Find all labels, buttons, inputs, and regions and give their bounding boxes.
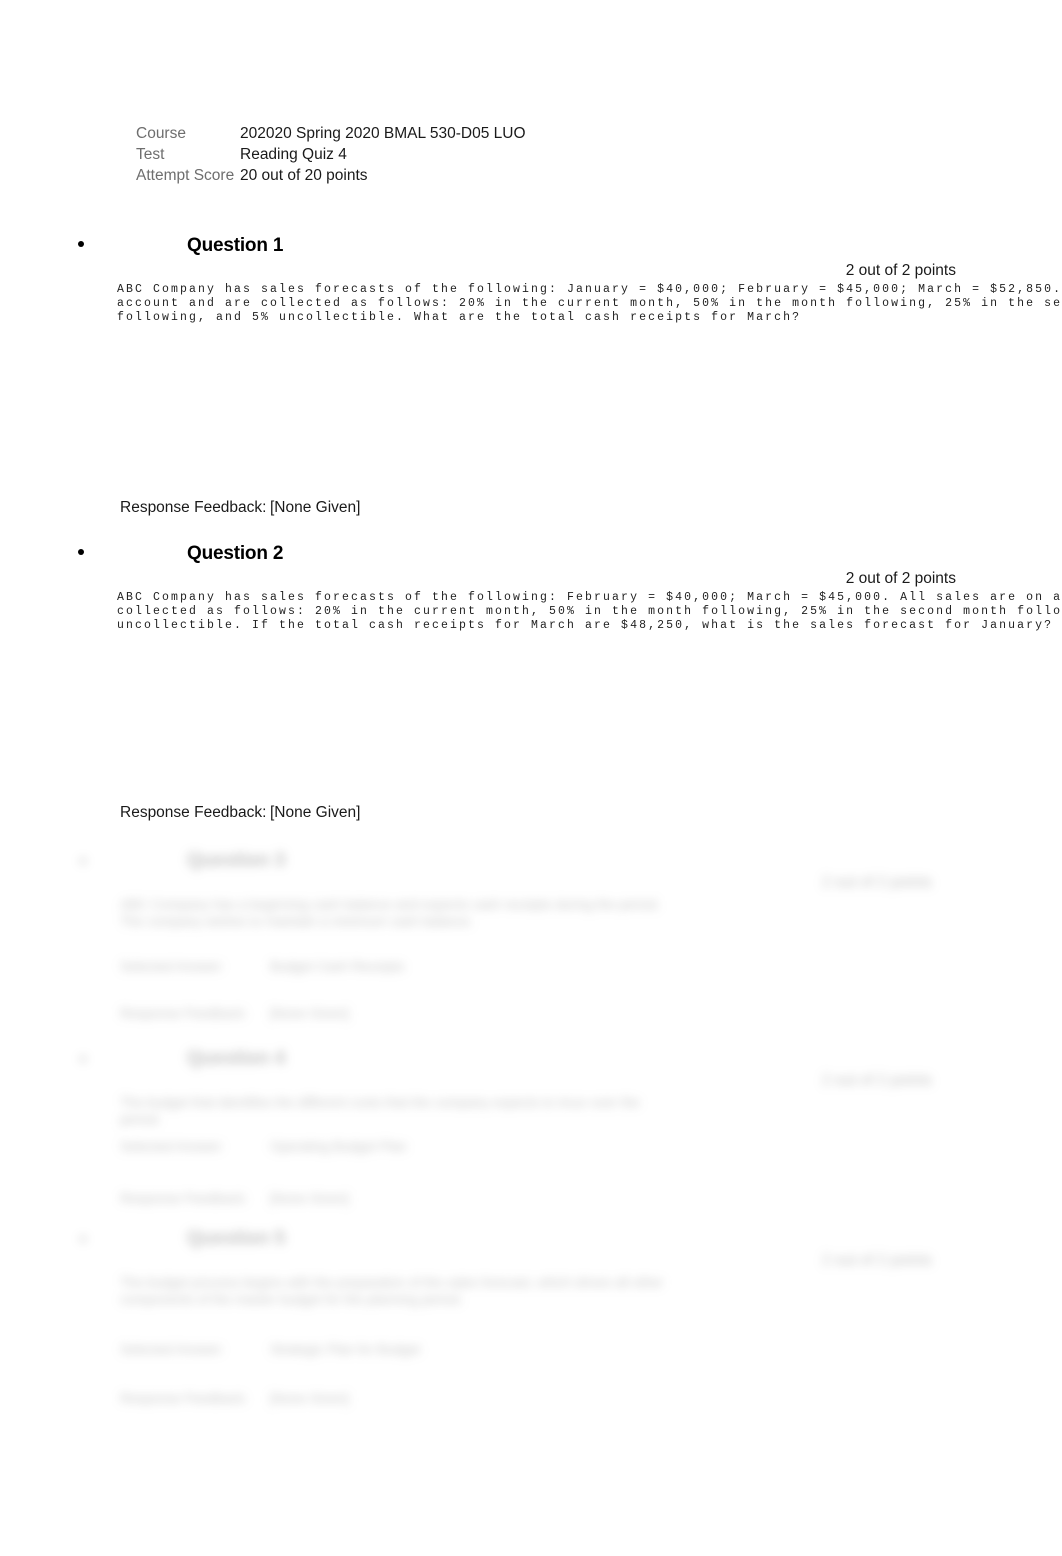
response-feedback-row: Response Feedback: [None Given] xyxy=(120,1390,720,1407)
question-points: 2 out of 2 points xyxy=(821,1072,932,1089)
response-feedback-value: [None Given] xyxy=(270,499,361,516)
meta-value-course: 202020 Spring 2020 BMAL 530-D05 LUO xyxy=(240,125,526,142)
selected-answer-label: Selected Answer: xyxy=(120,1342,225,1357)
question-text: The budget that identifies the different… xyxy=(120,1095,640,1127)
response-feedback-row-1: Response Feedback: [None Given] xyxy=(120,498,720,518)
question-title: Question 3 xyxy=(187,850,286,871)
question-title: Question 5 xyxy=(187,1228,286,1249)
question-title: Question 4 xyxy=(187,1048,286,1069)
question-points: 2 out of 2 points xyxy=(821,1252,932,1269)
response-feedback-label: Response Feedback: xyxy=(120,1391,248,1406)
response-feedback-label: Response Feedback: xyxy=(120,1191,248,1206)
response-feedback-row: Response Feedback: [None Given] xyxy=(120,1005,720,1022)
question-text: The budget process begins with the prepa… xyxy=(120,1275,664,1307)
question-title: Question 1 xyxy=(187,235,284,256)
selected-answer-value: Operating Budget Plan xyxy=(270,1139,407,1154)
question-title: Question 2 xyxy=(187,543,284,564)
response-feedback-value: [None Given] xyxy=(270,1391,349,1406)
list-bullet-icon xyxy=(80,1236,86,1242)
list-bullet-icon xyxy=(80,858,86,864)
obscured-content-region: Question 3 2 out of 2 points ABC Company… xyxy=(0,840,1062,1440)
question-text: ABC Company has sales forecasts of the f… xyxy=(117,591,1062,632)
question-text: ABC Company has sales forecasts of the f… xyxy=(117,283,1062,324)
meta-row-attempt-score: Attempt Score 20 out of 20 points xyxy=(136,166,556,185)
selected-answer-row: Selected Answer: Operating Budget Plan xyxy=(120,1138,720,1155)
list-bullet-icon xyxy=(78,241,84,247)
attempt-summary-table: Course 202020 Spring 2020 BMAL 530-D05 L… xyxy=(136,124,556,187)
meta-value-test: Reading Quiz 4 xyxy=(240,146,347,163)
response-feedback-label: Response Feedback: xyxy=(120,1006,248,1021)
selected-answer-value: Strategic Plan for Budget xyxy=(270,1342,421,1357)
response-feedback-value: [None Given] xyxy=(270,1191,349,1206)
response-feedback-row: Response Feedback: [None Given] xyxy=(120,1190,720,1207)
list-bullet-icon xyxy=(78,549,84,555)
question-points: 2 out of 2 points xyxy=(845,262,956,279)
response-feedback-label: Response Feedback: xyxy=(120,499,267,516)
meta-row-test: Test Reading Quiz 4 xyxy=(136,145,556,164)
response-feedback-value: [None Given] xyxy=(270,1006,349,1021)
meta-value-attempt-score: 20 out of 20 points xyxy=(240,167,368,184)
question-points: 2 out of 2 points xyxy=(845,570,956,587)
selected-answer-label: Selected Answer: xyxy=(120,1139,225,1154)
question-text: ABC Company has a beginning cash balance… xyxy=(120,897,661,929)
selected-answer-value: Budget Cash Receipts xyxy=(270,959,405,974)
meta-row-course: Course 202020 Spring 2020 BMAL 530-D05 L… xyxy=(136,124,556,143)
selected-answer-row: Selected Answer: Budget Cash Receipts xyxy=(120,958,720,975)
response-feedback-value: [None Given] xyxy=(270,804,361,821)
response-feedback-label: Response Feedback: xyxy=(120,804,267,821)
selected-answer-label: Selected Answer: xyxy=(120,959,225,974)
selected-answer-row: Selected Answer: Strategic Plan for Budg… xyxy=(120,1341,720,1358)
list-bullet-icon xyxy=(80,1056,86,1062)
question-points: 2 out of 2 points xyxy=(821,874,932,891)
meta-label-attempt-score: Attempt Score xyxy=(136,167,235,184)
meta-label-test: Test xyxy=(136,146,165,163)
response-feedback-row-2: Response Feedback: [None Given] xyxy=(120,803,720,823)
meta-label-course: Course xyxy=(136,125,186,142)
